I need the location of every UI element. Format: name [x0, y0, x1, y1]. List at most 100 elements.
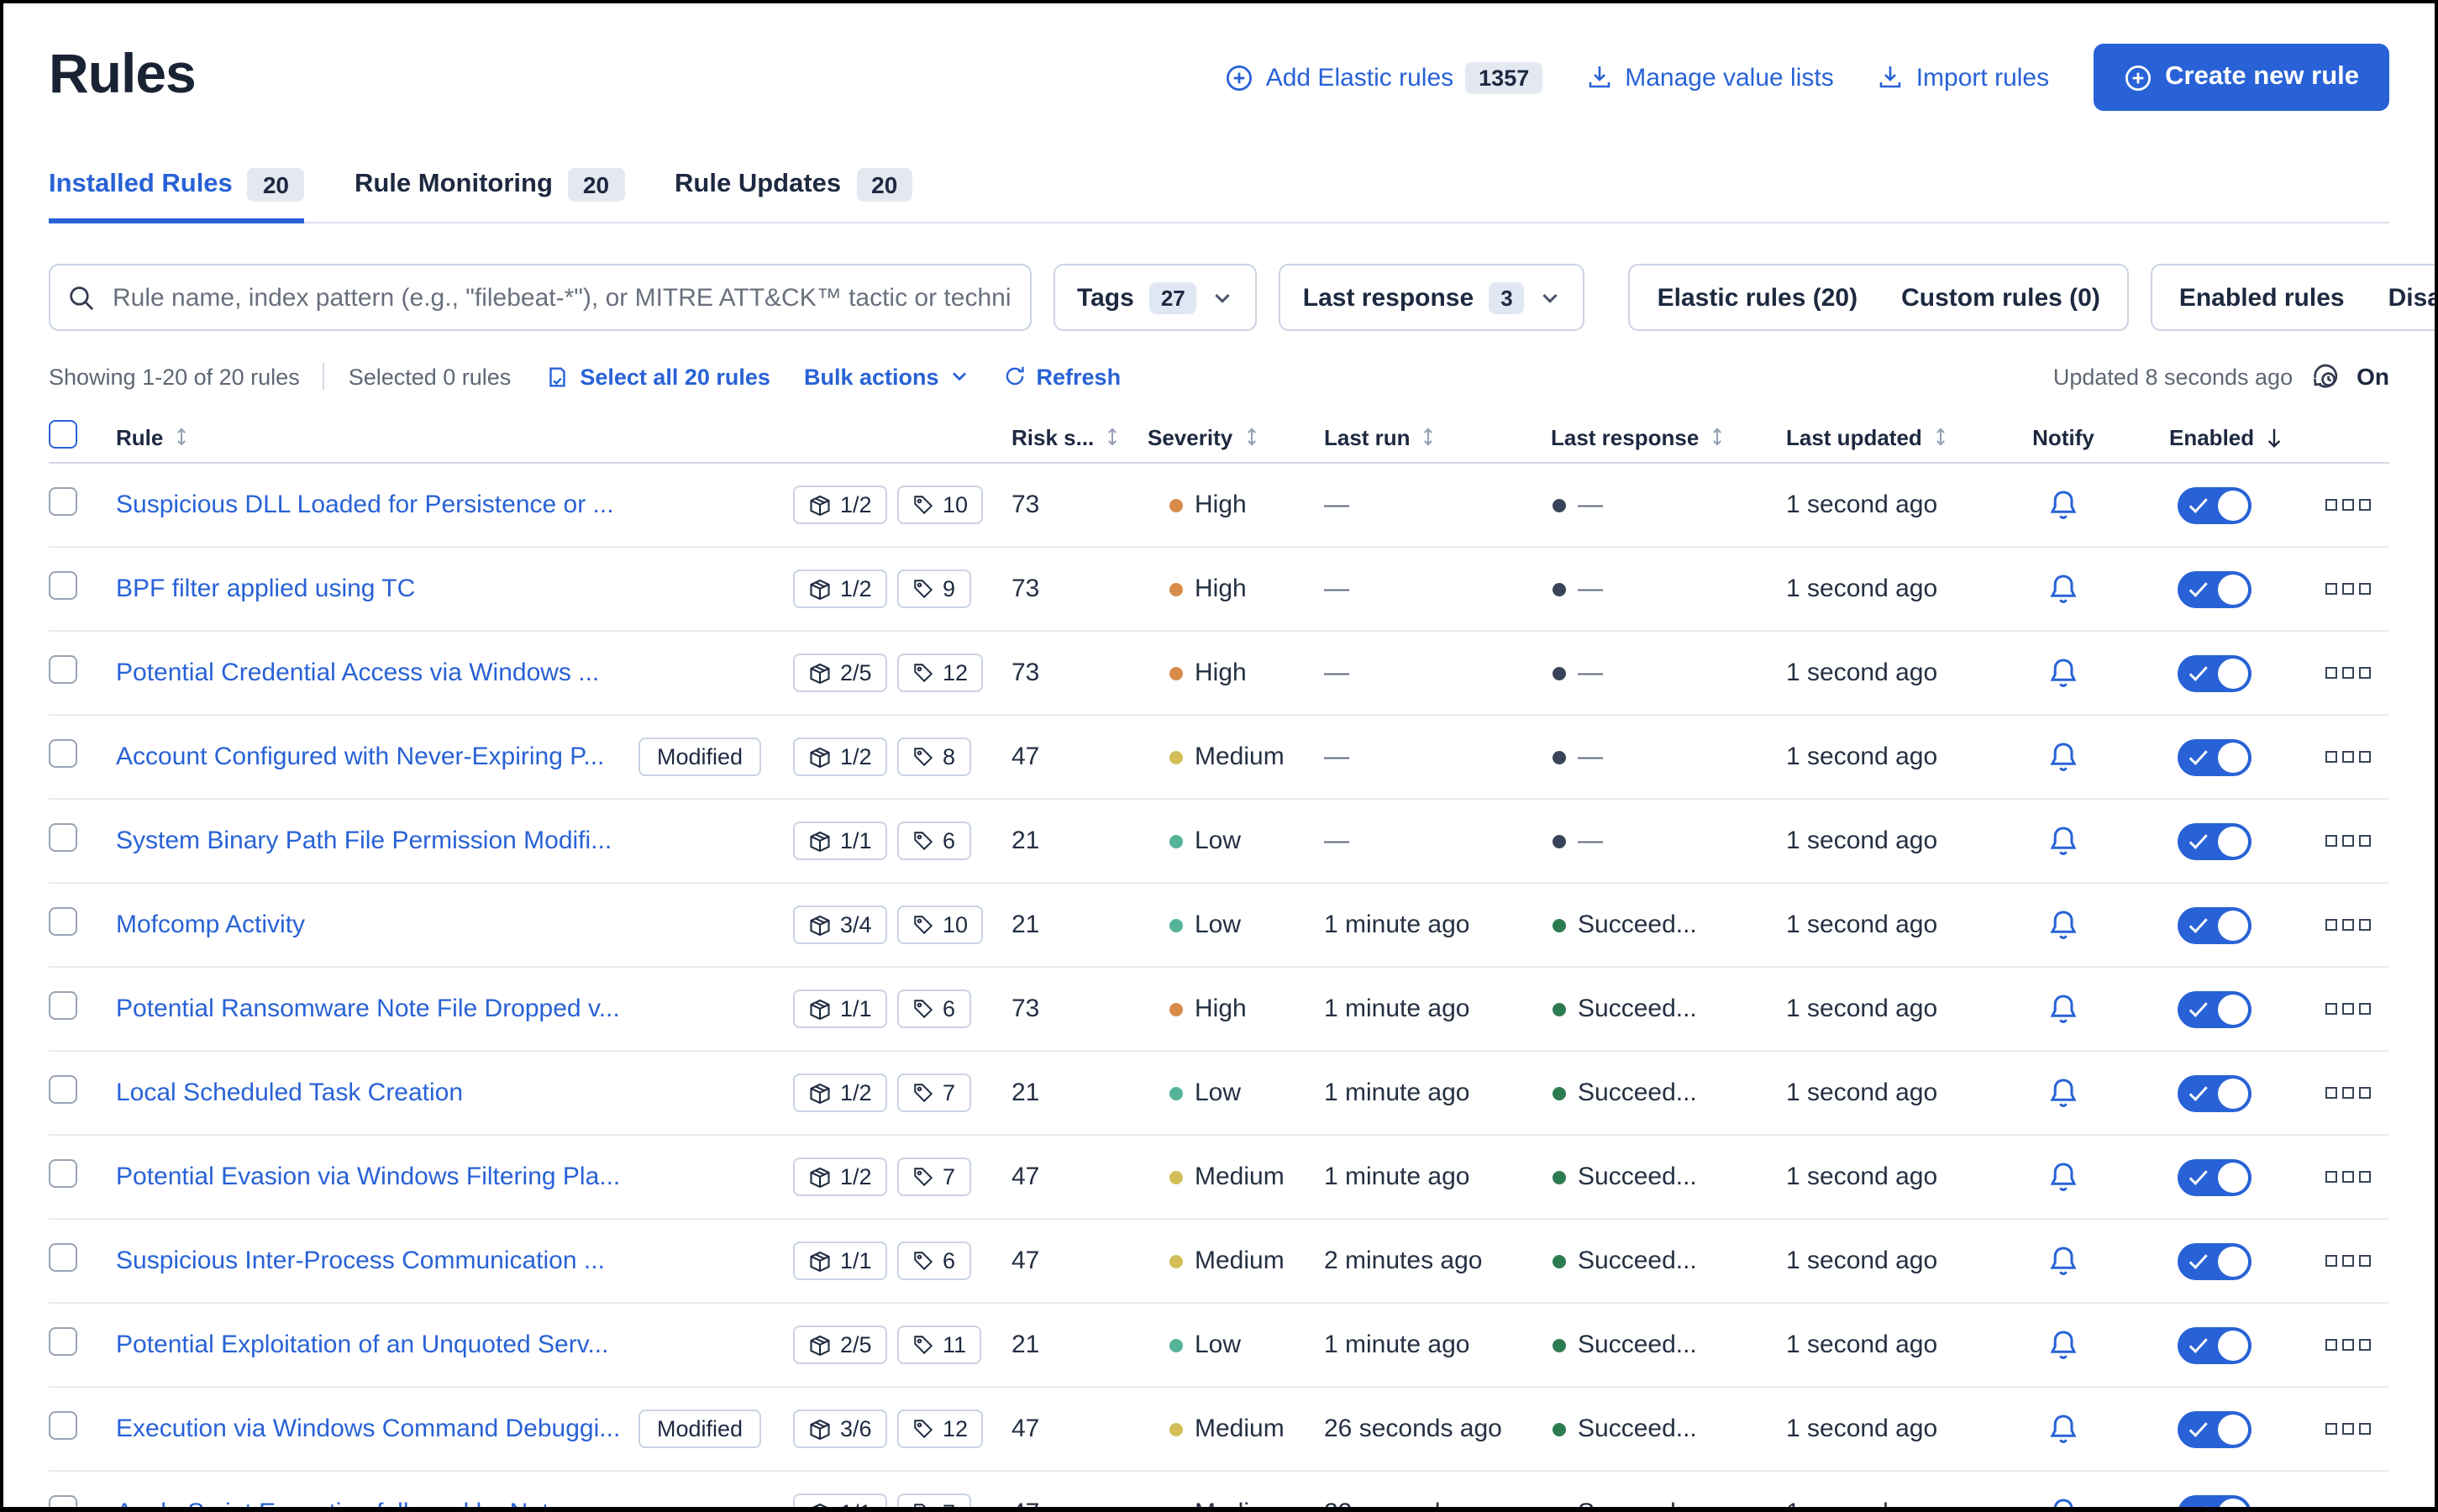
row-actions-button[interactable] [2307, 1255, 2389, 1267]
enabled-toggle[interactable] [2178, 1074, 2251, 1111]
rule-name-link[interactable]: BPF filter applied using TC [116, 575, 638, 603]
rule-name-link[interactable]: Account Configured with Never-Expiring P… [116, 743, 638, 771]
row-checkbox[interactable] [49, 907, 77, 936]
row-actions-button[interactable] [2307, 1507, 2389, 1512]
column-header-enabled[interactable]: Enabled [2122, 424, 2307, 449]
row-actions-button[interactable] [2307, 835, 2389, 847]
enabled-toggle[interactable] [2178, 990, 2251, 1027]
integrations-badge[interactable]: 1/2 [793, 486, 887, 524]
integrations-badge[interactable]: 1/2 [793, 570, 887, 608]
enabled-toggle[interactable] [2178, 1158, 2251, 1195]
disabled-rules-filter[interactable]: Disabled rules [2388, 283, 2435, 312]
tags-badge[interactable]: 10 [897, 906, 984, 944]
integrations-badge[interactable]: 2/5 [793, 654, 887, 692]
rule-name-link[interactable]: Potential Ransomware Note File Dropped v… [116, 995, 638, 1023]
tags-badge[interactable]: 7 [897, 1074, 971, 1112]
row-checkbox[interactable] [49, 1159, 77, 1188]
tab-rule-updates[interactable]: Rule Updates 20 [675, 168, 913, 222]
integrations-badge[interactable]: 1/1 [793, 822, 887, 860]
row-actions-button[interactable] [2307, 1171, 2389, 1183]
row-checkbox[interactable] [49, 655, 77, 684]
integrations-badge[interactable]: 2/5 [793, 1326, 887, 1364]
row-checkbox[interactable] [49, 1327, 77, 1356]
notification-bell-icon[interactable] [2047, 908, 2080, 942]
integrations-badge[interactable]: 1/1 [793, 990, 887, 1028]
rule-name-link[interactable]: Mofcomp Activity [116, 911, 638, 939]
tags-badge[interactable]: 7 [897, 1494, 971, 1507]
tab-rule-monitoring[interactable]: Rule Monitoring 20 [355, 168, 625, 222]
last-response-filter-button[interactable]: Last response 3 [1279, 264, 1585, 331]
row-checkbox[interactable] [49, 1495, 77, 1507]
rule-name-link[interactable]: Execution via Windows Command Debuggi... [116, 1415, 638, 1443]
row-actions-button[interactable] [2307, 667, 2389, 679]
enabled-toggle[interactable] [2178, 1242, 2251, 1279]
integrations-badge[interactable]: 1/2 [793, 738, 887, 776]
create-new-rule-button[interactable]: Create new rule [2093, 44, 2389, 111]
column-header-risk-score[interactable]: Risk s... [988, 424, 1139, 449]
rule-name-link[interactable]: System Binary Path File Permission Modif… [116, 827, 638, 855]
notification-bell-icon[interactable] [2047, 1328, 2080, 1362]
tags-badge[interactable]: 6 [897, 990, 971, 1028]
notification-bell-icon[interactable] [2047, 1244, 2080, 1278]
enabled-toggle[interactable] [2178, 1494, 2251, 1507]
integrations-badge[interactable]: 3/6 [793, 1410, 887, 1448]
bulk-actions-button[interactable]: Bulk actions [804, 364, 969, 389]
row-checkbox[interactable] [49, 823, 77, 852]
clock-refresh-icon[interactable] [2309, 361, 2340, 391]
row-checkbox[interactable] [49, 1411, 77, 1440]
row-checkbox[interactable] [49, 1243, 77, 1272]
enabled-toggle[interactable] [2178, 822, 2251, 859]
add-elastic-rules-button[interactable]: Add Elastic rules 1357 [1226, 61, 1543, 93]
enabled-toggle[interactable] [2178, 570, 2251, 607]
tags-badge[interactable]: 12 [897, 654, 984, 692]
enabled-toggle[interactable] [2178, 1410, 2251, 1447]
enabled-toggle[interactable] [2178, 906, 2251, 943]
notification-bell-icon[interactable] [2047, 656, 2080, 690]
select-all-rules-button[interactable]: Select all 20 rules [544, 364, 770, 389]
manage-value-lists-button[interactable]: Manage value lists [1586, 63, 1834, 92]
integrations-badge[interactable]: 1/2 [793, 1074, 887, 1112]
row-checkbox[interactable] [49, 1075, 77, 1104]
column-header-last-response[interactable]: Last response [1551, 424, 1786, 449]
column-header-rule[interactable]: Rule [116, 424, 638, 449]
row-actions-button[interactable] [2307, 499, 2389, 511]
integrations-badge[interactable]: 3/4 [793, 906, 887, 944]
column-header-severity[interactable]: Severity [1139, 424, 1324, 449]
integrations-badge[interactable]: 1/1 [793, 1494, 887, 1507]
tags-filter-button[interactable]: Tags 27 [1053, 264, 1258, 331]
elastic-rules-filter[interactable]: Elastic rules (20) [1658, 283, 1857, 312]
notification-bell-icon[interactable] [2047, 488, 2080, 522]
row-checkbox[interactable] [49, 739, 77, 768]
rule-name-link[interactable]: Suspicious Inter-Process Communication .… [116, 1247, 638, 1275]
enabled-toggle[interactable] [2178, 654, 2251, 691]
row-actions-button[interactable] [2307, 1087, 2389, 1099]
notification-bell-icon[interactable] [2047, 1412, 2080, 1446]
notification-bell-icon[interactable] [2047, 1496, 2080, 1512]
rule-name-link[interactable]: Local Scheduled Task Creation [116, 1079, 638, 1107]
auto-refresh-toggle[interactable]: On [2357, 363, 2389, 390]
integrations-badge[interactable]: 1/2 [793, 1158, 887, 1196]
rule-name-link[interactable]: Apple Script Execution followed by Netwo… [116, 1499, 638, 1507]
row-actions-button[interactable] [2307, 1423, 2389, 1435]
row-checkbox[interactable] [49, 487, 77, 516]
refresh-button[interactable]: Refresh [1003, 364, 1121, 389]
row-checkbox[interactable] [49, 571, 77, 600]
custom-rules-filter[interactable]: Custom rules (0) [1901, 283, 2100, 312]
tags-badge[interactable]: 9 [897, 570, 971, 608]
notification-bell-icon[interactable] [2047, 824, 2080, 858]
enabled-toggle[interactable] [2178, 486, 2251, 523]
tags-badge[interactable]: 12 [897, 1410, 984, 1448]
tags-badge[interactable]: 8 [897, 738, 971, 776]
enabled-toggle[interactable] [2178, 738, 2251, 775]
row-checkbox[interactable] [49, 991, 77, 1020]
tab-installed-rules[interactable]: Installed Rules 20 [49, 168, 304, 223]
notification-bell-icon[interactable] [2047, 992, 2080, 1026]
tags-badge[interactable]: 10 [897, 486, 984, 524]
enabled-toggle[interactable] [2178, 1326, 2251, 1363]
row-actions-button[interactable] [2307, 1003, 2389, 1015]
select-all-checkbox[interactable] [49, 420, 77, 449]
rule-name-link[interactable]: Potential Exploitation of an Unquoted Se… [116, 1331, 638, 1359]
tags-badge[interactable]: 7 [897, 1158, 971, 1196]
row-actions-button[interactable] [2307, 751, 2389, 763]
integrations-badge[interactable]: 1/1 [793, 1242, 887, 1280]
